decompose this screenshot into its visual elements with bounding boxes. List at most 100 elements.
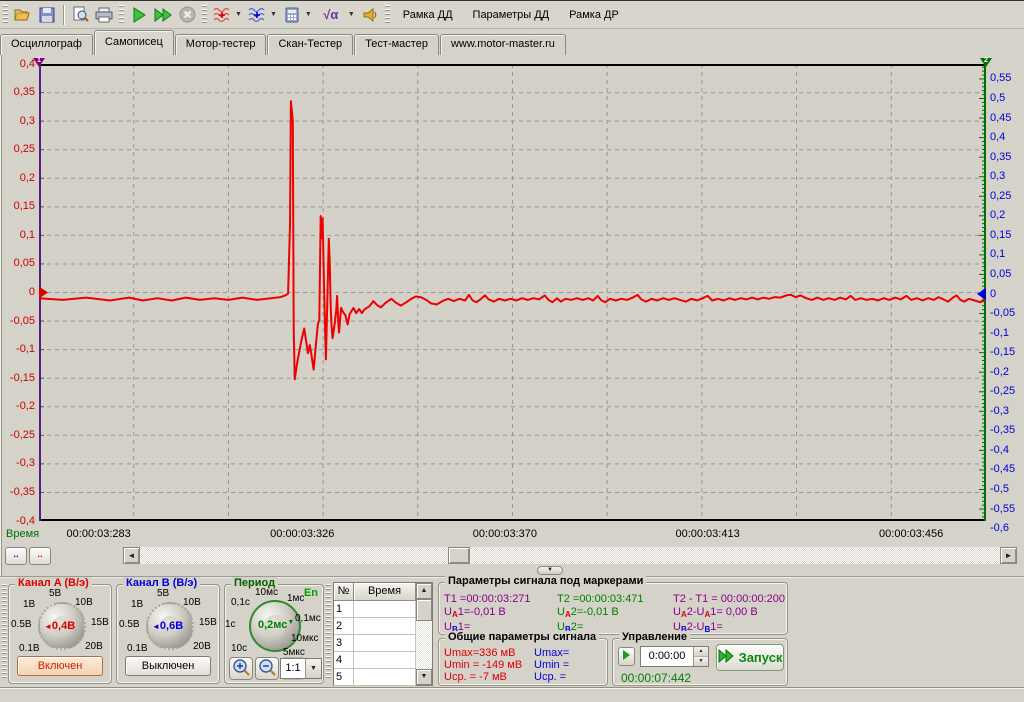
right-axis-tick: 0,5 bbox=[990, 92, 1005, 104]
channel-a-toggle-button[interactable]: Включен bbox=[17, 656, 103, 676]
toolbar-grip[interactable] bbox=[119, 5, 124, 25]
record-time-spinner[interactable]: 0:00:00 ▲ ▼ bbox=[640, 646, 709, 667]
period-dial[interactable]: 0,2мс▼ 10мс1мс0,1мс10мкс5мкс0,1с1с10с bbox=[225, 591, 325, 655]
time-scrollbar-track[interactable] bbox=[140, 547, 1000, 564]
stop-button[interactable] bbox=[175, 4, 199, 26]
table-scroll-down-button[interactable]: ▼ bbox=[416, 669, 432, 685]
math-function-button[interactable]: √α bbox=[315, 4, 347, 26]
start-acquisition-button[interactable] bbox=[127, 4, 151, 26]
time-tick: 00:00:03:283 bbox=[67, 528, 131, 540]
tab-bar: ОсциллографСамописецМотор-тестерСкан-Тес… bbox=[0, 29, 1024, 55]
record-time-value[interactable]: 0:00:00 bbox=[641, 647, 693, 666]
tab-4[interactable]: Скан-Тестер bbox=[267, 34, 353, 55]
left-axis-tick: -0,15 bbox=[1, 372, 35, 384]
dial-label: 10с bbox=[231, 643, 247, 654]
channel-b-dial[interactable]: ◄0,6В 5В10В15В20В1В0.5В0.1В bbox=[119, 591, 219, 653]
time-axis-title: Время bbox=[6, 528, 39, 540]
time-tick: 00:00:03:370 bbox=[473, 528, 537, 540]
chevron-down-icon[interactable]: ▼ bbox=[305, 11, 312, 18]
toolbar-grip[interactable] bbox=[202, 5, 207, 25]
dial-label: 5В bbox=[157, 588, 169, 599]
zoom-out-button[interactable] bbox=[255, 657, 279, 680]
ramka-dd-button[interactable]: Рамка ДД bbox=[393, 6, 463, 24]
row-time bbox=[354, 652, 416, 669]
left-axis-tick: 0,25 bbox=[1, 143, 35, 155]
chevron-down-icon[interactable]: ▼ bbox=[348, 11, 355, 18]
dial-label: 0.1В bbox=[19, 643, 40, 654]
sound-button[interactable] bbox=[358, 4, 382, 26]
table-scrollbar[interactable]: ▲ ▼ bbox=[416, 583, 432, 685]
calculator-icon bbox=[285, 7, 299, 23]
oscillogram-plot[interactable] bbox=[39, 64, 986, 521]
params-dd-button[interactable]: Параметры ДД bbox=[463, 6, 560, 24]
marker-params-column: T2 =00:00:03:471UА2=-0,01 ВUВ2= bbox=[557, 593, 644, 636]
channel-b-signal-button[interactable] bbox=[245, 4, 269, 26]
chevron-down-icon[interactable]: ▼ bbox=[270, 11, 277, 18]
right-axis-tick: 0,25 bbox=[990, 190, 1011, 202]
zoom-in-button[interactable] bbox=[229, 657, 253, 680]
spin-up-button[interactable]: ▲ bbox=[694, 647, 708, 657]
zoom-out-icon bbox=[258, 658, 276, 679]
start-recording-button[interactable]: Запуск bbox=[716, 644, 784, 671]
scale-ratio-dropdown[interactable]: 1:1 ▼ bbox=[280, 658, 322, 679]
spin-down-button[interactable]: ▼ bbox=[694, 657, 708, 666]
row-time bbox=[354, 618, 416, 635]
scroll-left-button[interactable]: ◄ bbox=[123, 547, 140, 564]
right-axis-tick: -0,25 bbox=[990, 385, 1015, 397]
save-icon bbox=[39, 7, 55, 23]
channel-a-dial[interactable]: ◄0,4В 5В10В15В20В1В0.5В0.1В bbox=[11, 591, 111, 653]
panel-grip[interactable] bbox=[2, 584, 7, 680]
tab-6[interactable]: www.motor-master.ru bbox=[440, 34, 566, 55]
table-header-num[interactable]: № bbox=[334, 583, 354, 601]
collapse-panel-button[interactable]: ▼ bbox=[537, 566, 563, 575]
toolbar-grip[interactable] bbox=[3, 5, 8, 25]
row-number: 1 bbox=[334, 601, 354, 618]
elapsed-time: 00:00:07:442 bbox=[621, 671, 691, 685]
calculator-button[interactable] bbox=[280, 4, 304, 26]
marker-params-group: Параметры сигнала под маркерами T1 =00:0… bbox=[438, 582, 788, 635]
table-scroll-thumb[interactable] bbox=[416, 599, 432, 621]
double-play-icon bbox=[718, 649, 734, 666]
print-preview-button[interactable] bbox=[68, 4, 92, 26]
table-scroll-up-button[interactable]: ▲ bbox=[416, 583, 432, 599]
tab-1[interactable]: Осциллограф bbox=[0, 34, 93, 55]
panel-grip[interactable] bbox=[326, 584, 331, 680]
row-time bbox=[354, 669, 416, 686]
channel-b-toggle-button[interactable]: Выключен bbox=[125, 656, 211, 676]
marker-2-goto-button[interactable]: .. bbox=[29, 547, 51, 565]
channel-a-signal-button[interactable] bbox=[210, 4, 234, 26]
open-button[interactable] bbox=[11, 4, 35, 26]
save-button[interactable] bbox=[35, 4, 59, 26]
toolbar: ▼ ▼ ▼ √α ▼ Рамка ДД Параметры ДД Рамка Д… bbox=[0, 1, 1024, 29]
right-axis-tick: -0,2 bbox=[990, 366, 1009, 378]
right-axis-tick: -0,6 bbox=[990, 522, 1009, 534]
fast-start-button[interactable] bbox=[151, 4, 175, 26]
dial-label: 10мс bbox=[255, 587, 278, 598]
dial-label: 15В bbox=[91, 617, 109, 628]
table-header-time[interactable]: Время bbox=[354, 583, 416, 601]
dial-label: 0.5В bbox=[11, 619, 32, 630]
ramka-dr-button[interactable]: Рамка ДР bbox=[559, 6, 629, 24]
marker-1-goto-button[interactable]: .. bbox=[5, 547, 27, 565]
tab-3[interactable]: Мотор-тестер bbox=[175, 34, 267, 55]
dial-label: 15В bbox=[199, 617, 217, 628]
left-axis-tick: -0,2 bbox=[1, 400, 35, 412]
row-number: 4 bbox=[334, 652, 354, 669]
tab-5[interactable]: Тест-мастер bbox=[354, 34, 439, 55]
right-axis-tick: -0,55 bbox=[990, 503, 1015, 515]
dial-label: 20В bbox=[85, 641, 103, 652]
time-scrollbar-thumb[interactable] bbox=[448, 547, 470, 564]
print-button[interactable] bbox=[92, 4, 116, 26]
dial-label: 1В bbox=[23, 599, 35, 610]
control-play-button[interactable] bbox=[618, 647, 635, 666]
left-axis-tick: 0,1 bbox=[1, 229, 35, 241]
scroll-right-button[interactable]: ► bbox=[1000, 547, 1017, 564]
tab-2[interactable]: Самописец bbox=[94, 30, 174, 55]
row-time bbox=[354, 601, 416, 618]
chevron-down-icon[interactable]: ▼ bbox=[305, 659, 321, 678]
speaker-icon bbox=[362, 7, 378, 23]
left-axis-tick: 0,05 bbox=[1, 257, 35, 269]
row-number: 5 bbox=[334, 669, 354, 686]
toolbar-grip[interactable] bbox=[385, 5, 390, 25]
chevron-down-icon[interactable]: ▼ bbox=[235, 11, 242, 18]
